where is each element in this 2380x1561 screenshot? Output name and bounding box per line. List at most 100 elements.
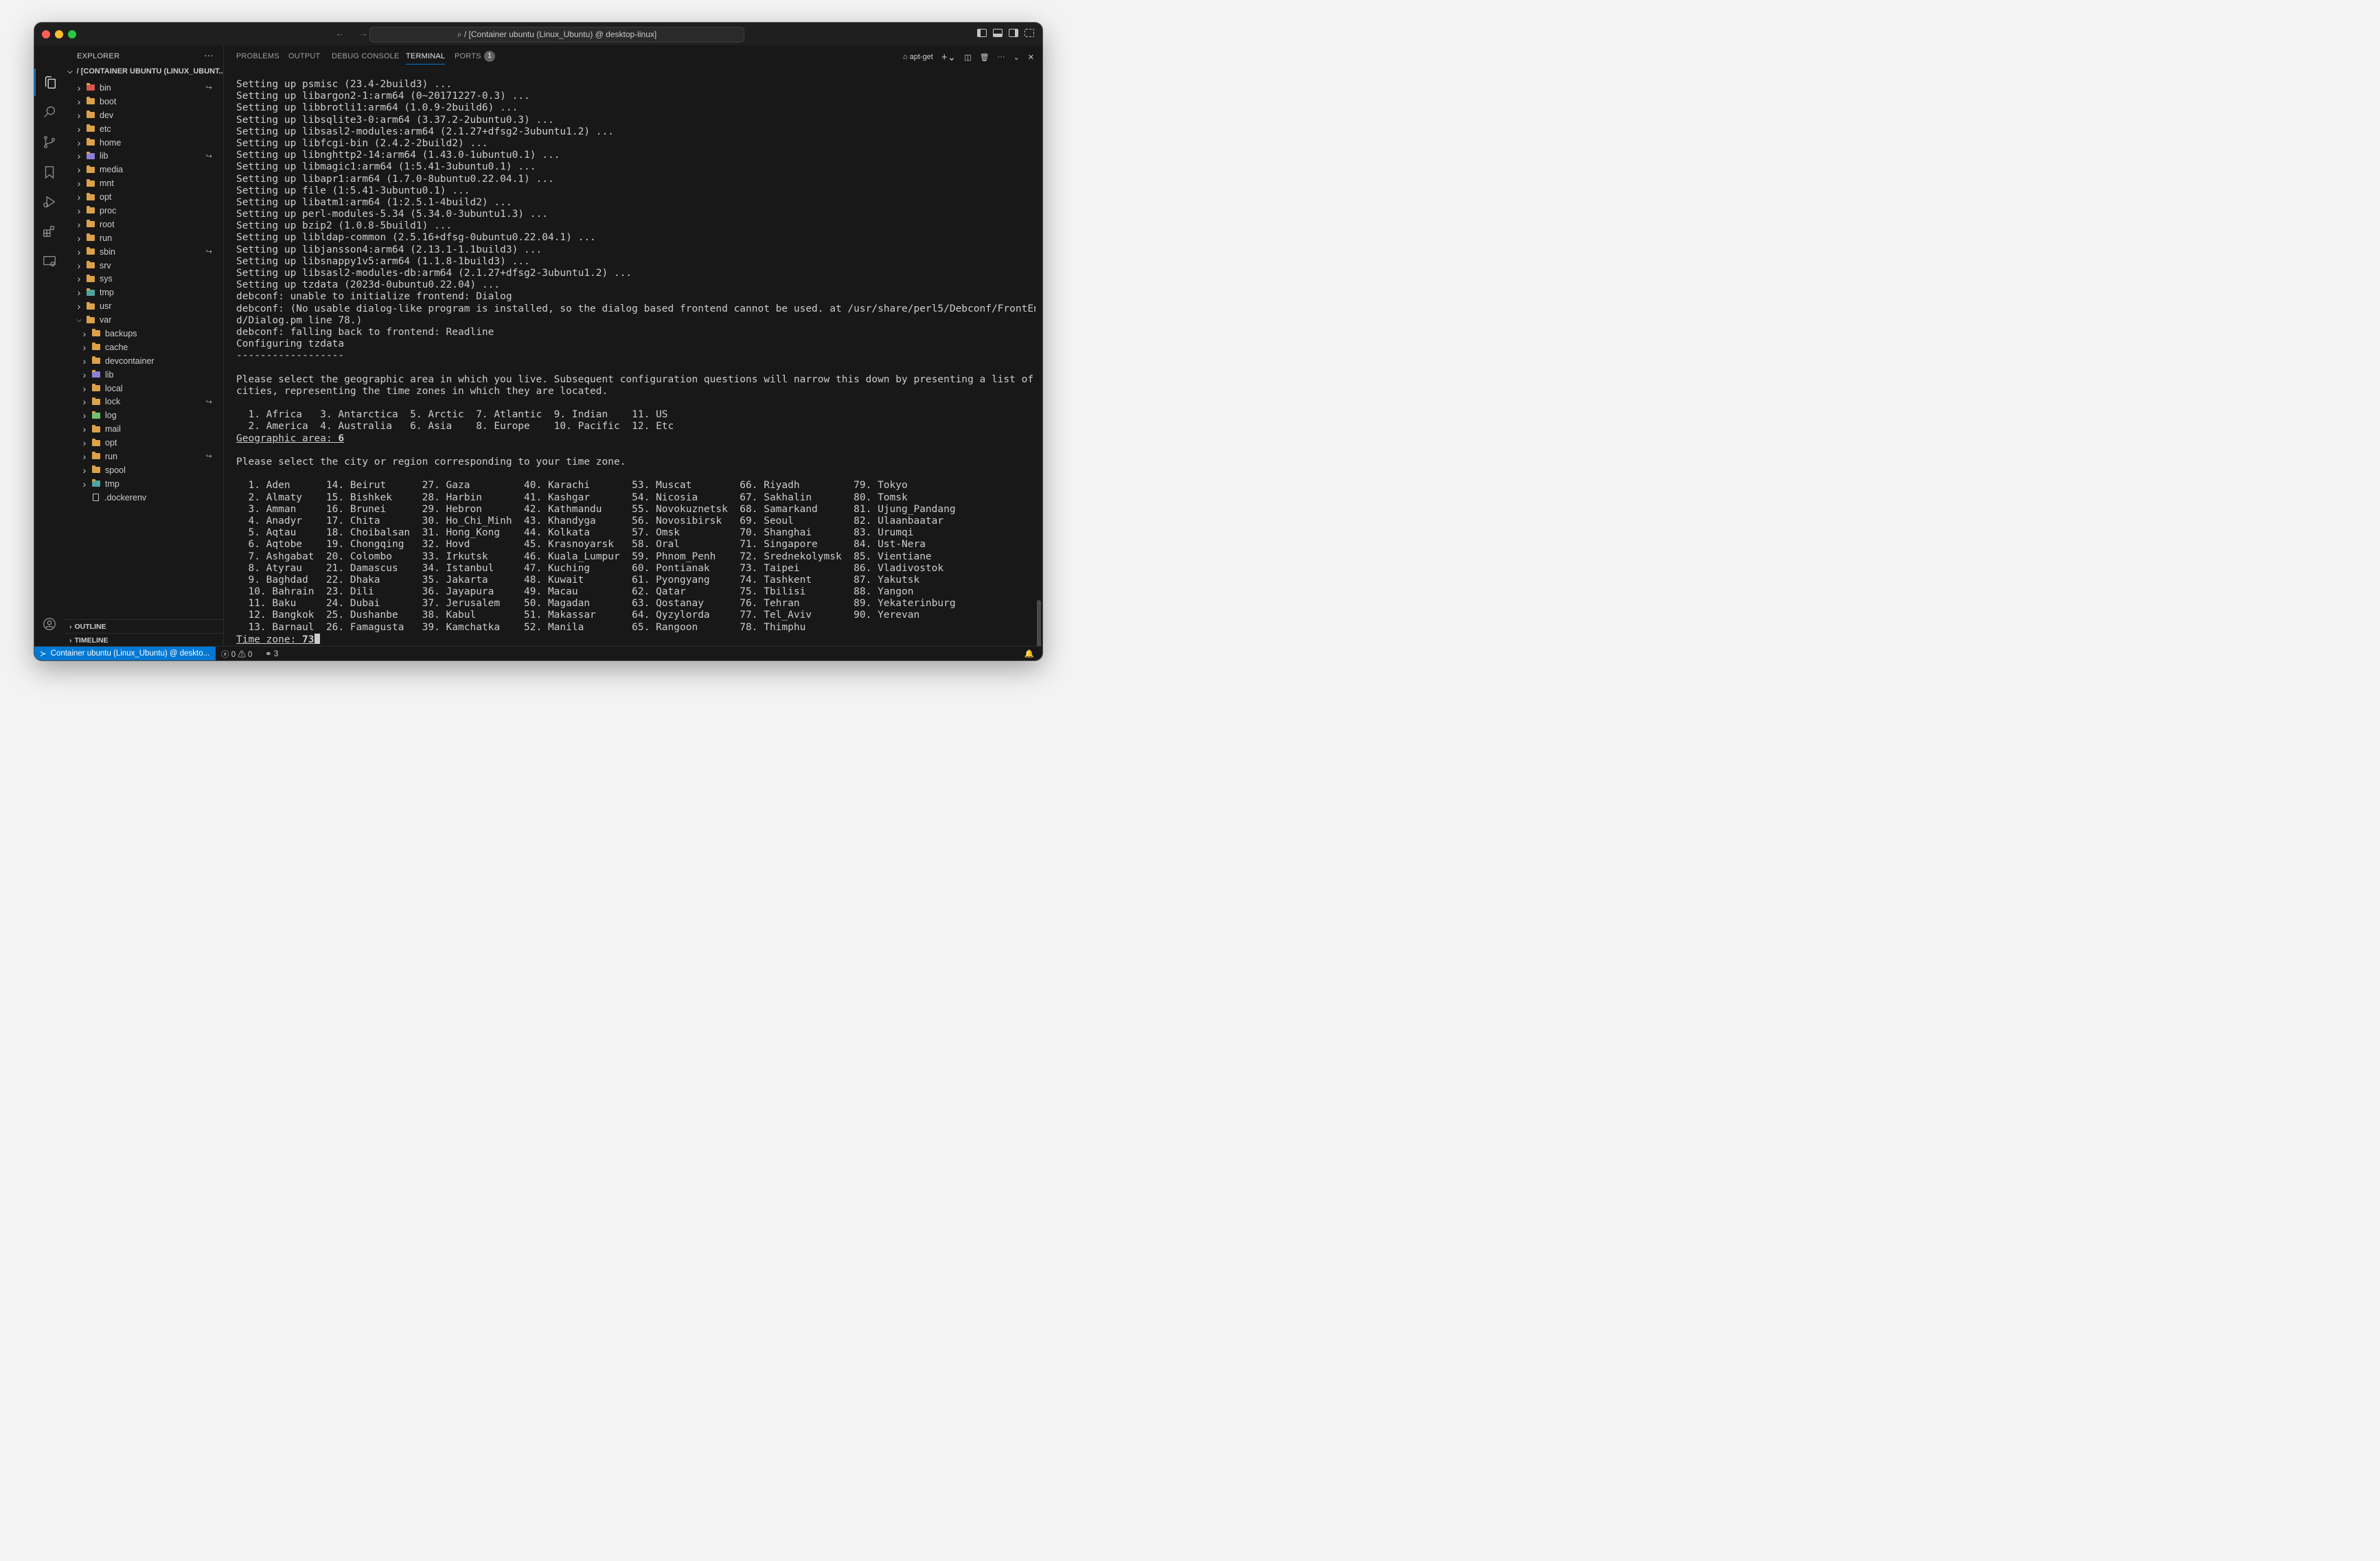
tree-item[interactable]: .dockerenv — [65, 491, 223, 505]
scrollbar-thumb[interactable] — [1037, 600, 1041, 649]
ports-status[interactable]: ⚭ 3 — [265, 649, 278, 658]
command-center[interactable]: ⌕ / [Container ubuntu (Linux_Ubuntu) @ d… — [369, 27, 744, 43]
split-terminal-icon[interactable]: ◫ — [964, 53, 971, 62]
tree-item[interactable]: › media — [65, 163, 223, 176]
tree-item[interactable]: › lib ↪ — [65, 149, 223, 163]
terminal-output[interactable]: Setting up psmisc (23.4-2build3) ... Sett… — [224, 68, 1035, 647]
tree-item[interactable]: ⌵ var — [65, 313, 223, 327]
source-control-icon[interactable] — [34, 128, 65, 156]
toggle-sidebar-icon[interactable] — [977, 29, 987, 37]
tree-item[interactable]: › cache — [65, 340, 223, 354]
tree-item[interactable]: › boot — [65, 95, 223, 108]
remote-indicator[interactable]: ≻ Container ubuntu (Linux_Ubuntu) @ desk… — [34, 647, 216, 660]
terminal-line: Setting up libbrotli1:arm64 (1.0.9-2buil… — [236, 102, 518, 114]
chevron-down-icon[interactable]: ⌄ — [1014, 53, 1020, 62]
tree-item[interactable]: › sys — [65, 272, 223, 286]
tree-item[interactable]: › backups — [65, 327, 223, 340]
new-terminal-icon[interactable]: +⌄ — [941, 51, 956, 63]
tree-item[interactable]: › mnt — [65, 176, 223, 190]
tab-debug-console[interactable]: DEBUG CONSOLE — [332, 52, 400, 60]
tab-ports[interactable]: PORTS — [455, 52, 481, 60]
minimize-window-button[interactable] — [55, 30, 63, 38]
tree-item[interactable]: › etc — [65, 122, 223, 136]
tree-item-label: dev — [100, 110, 114, 120]
tree-item[interactable]: › tmp — [65, 477, 223, 491]
terminal-line: 10. Bahrain 23. Dili 36. Jayapura 49. Ma… — [236, 586, 914, 598]
tree-item[interactable]: › mail — [65, 422, 223, 436]
folder-icon — [87, 111, 95, 119]
command-center-label: / [Container ubuntu (Linux_Ubuntu) @ des… — [464, 30, 657, 39]
trash-icon[interactable]: 🗑 — [980, 53, 989, 62]
toggle-panel-icon[interactable] — [993, 29, 1003, 37]
folder-icon — [87, 233, 95, 242]
customize-layout-icon[interactable] — [1025, 29, 1034, 37]
folder-icon — [87, 247, 95, 255]
vscode-window: ← → ⌕ / [Container ubuntu (Linux_Ubuntu)… — [34, 23, 1042, 660]
tree-item[interactable]: › tmp — [65, 286, 223, 299]
tree-item-label: .dockerenv — [104, 492, 147, 502]
tree-item[interactable]: › log — [65, 408, 223, 422]
toggle-secondary-sidebar-icon[interactable] — [1009, 29, 1018, 37]
folder-icon — [87, 192, 95, 200]
explorer-icon[interactable] — [34, 69, 65, 96]
file-icon — [93, 494, 99, 502]
tree-item[interactable]: › devcontainer — [65, 354, 223, 368]
explorer-more-button[interactable]: ··· — [204, 49, 214, 60]
tree-item[interactable]: › home — [65, 136, 223, 150]
tree-item[interactable]: › srv — [65, 259, 223, 273]
error-icon: ⓧ — [221, 651, 231, 659]
chevron-right-icon: › — [82, 478, 87, 489]
tree-item[interactable]: › bin ↪ — [65, 81, 223, 95]
tree-item-label: usr — [100, 301, 112, 312]
explorer-sidebar: EXPLORER ··· ⌵ / [CONTAINER UBUNTU (LINU… — [65, 45, 224, 647]
close-window-button[interactable] — [42, 30, 50, 38]
outline-label: OUTLINE — [74, 622, 106, 631]
tree-item[interactable]: › local — [65, 382, 223, 395]
bookmark-icon[interactable] — [34, 159, 65, 186]
tree-item[interactable]: › run — [65, 231, 223, 245]
chevron-right-icon: › — [77, 137, 81, 148]
problems-status[interactable]: ⓧ 0 ⚠ 0 — [221, 649, 252, 660]
tab-problems[interactable]: PROBLEMS — [236, 52, 279, 60]
tree-item[interactable]: › opt — [65, 190, 223, 204]
tab-terminal[interactable]: TERMINAL — [406, 52, 446, 65]
remote-explorer-icon[interactable] — [34, 248, 65, 275]
terminal-line: Setting up libnghttp2-14:arm64 (1.43.0-1… — [236, 150, 560, 161]
tree-item[interactable]: › lib — [65, 368, 223, 382]
timeline-section[interactable]: › TIMELINE — [65, 633, 223, 647]
tree-item[interactable]: › usr — [65, 299, 223, 313]
chevron-right-icon: › — [82, 464, 87, 476]
terminal-scrollbar[interactable] — [1035, 68, 1042, 649]
extensions-icon[interactable] — [34, 218, 65, 245]
explorer-root-folder[interactable]: ⌵ / [CONTAINER UBUNTU (LINUX_UBUNT... — [65, 67, 223, 81]
tree-item[interactable]: › proc — [65, 204, 223, 218]
tree-item[interactable]: › lock ↪ — [65, 395, 223, 408]
terminal-instance[interactable]: ⌂ apt-get — [903, 53, 933, 61]
maximize-window-button[interactable] — [68, 30, 76, 38]
folder-icon — [92, 329, 100, 337]
tree-item[interactable]: › root — [65, 218, 223, 231]
outline-section[interactable]: › OUTLINE — [65, 619, 223, 633]
run-debug-icon[interactable] — [34, 188, 65, 216]
remote-label: Container ubuntu (Linux_Ubuntu) @ deskto… — [50, 649, 210, 658]
nav-arrows[interactable]: ← → — [335, 27, 374, 38]
folder-icon — [87, 220, 95, 228]
terminal-line: 11. Baku 24. Dubai 37. Jerusalem 50. Mag… — [236, 598, 956, 610]
tab-output[interactable]: OUTPUT — [288, 52, 320, 60]
tree-item[interactable]: › sbin ↪ — [65, 245, 223, 259]
accounts-icon[interactable] — [34, 610, 65, 638]
notifications-bell-icon[interactable]: 🔔 — [1025, 649, 1034, 658]
tree-item[interactable]: › opt — [65, 436, 223, 450]
search-icon[interactable] — [34, 98, 65, 126]
error-count: 0 — [231, 651, 236, 659]
close-panel-icon[interactable]: ✕ — [1028, 53, 1034, 62]
tree-item[interactable]: › run ↪ — [65, 450, 223, 463]
symlink-icon: ↪ — [205, 84, 212, 93]
tree-item[interactable]: › spool — [65, 463, 223, 477]
chevron-right-icon: › — [82, 396, 87, 408]
search-icon: ⌕ — [457, 30, 464, 39]
more-actions-icon[interactable]: ··· — [998, 53, 1005, 61]
tree-item[interactable]: › dev — [65, 108, 223, 122]
